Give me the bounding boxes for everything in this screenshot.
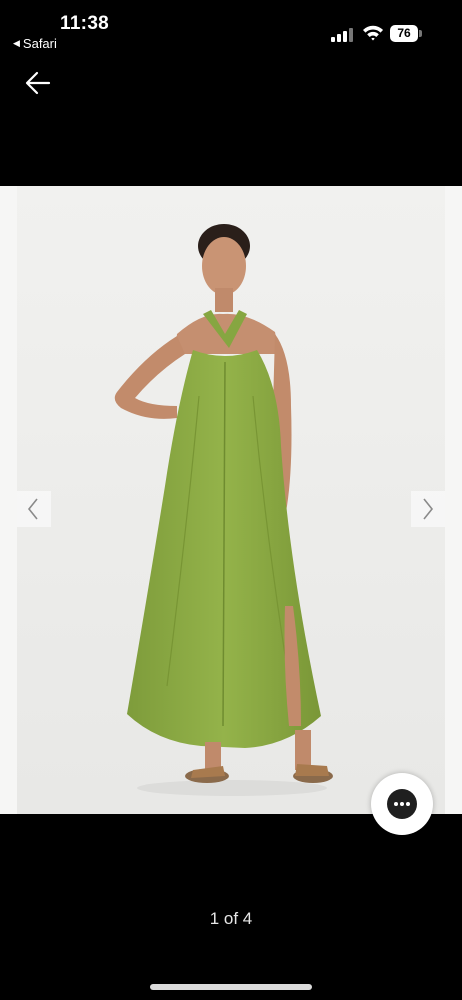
cellular-signal-icon: [331, 28, 355, 42]
chevron-left-icon: [27, 498, 38, 520]
more-options-button[interactable]: [371, 773, 433, 835]
status-time: 11:38: [60, 13, 110, 34]
product-photo[interactable]: [17, 186, 445, 814]
carousel-prev-button[interactable]: [17, 491, 51, 527]
status-bar: 11:38 ◀ Safari 76: [0, 0, 462, 56]
carousel-next-button[interactable]: [411, 491, 445, 527]
battery-icon: 76: [390, 25, 422, 42]
photo-edge-right: [445, 186, 462, 814]
ellipsis-icon: [387, 789, 417, 819]
back-to-app-label: Safari: [22, 36, 57, 51]
dress-model-illustration: [17, 186, 445, 814]
page-counter: 1 of 4: [209, 909, 253, 928]
arrow-left-icon[interactable]: [22, 68, 54, 100]
battery-level: 76: [390, 25, 418, 42]
chevron-right-icon: [423, 498, 434, 520]
back-to-app-link[interactable]: ◀ Safari: [13, 36, 57, 51]
photo-edge-left: [0, 186, 17, 814]
back-triangle-icon: ◀: [13, 38, 20, 48]
wifi-icon: [363, 25, 383, 41]
home-indicator[interactable]: [150, 984, 312, 990]
